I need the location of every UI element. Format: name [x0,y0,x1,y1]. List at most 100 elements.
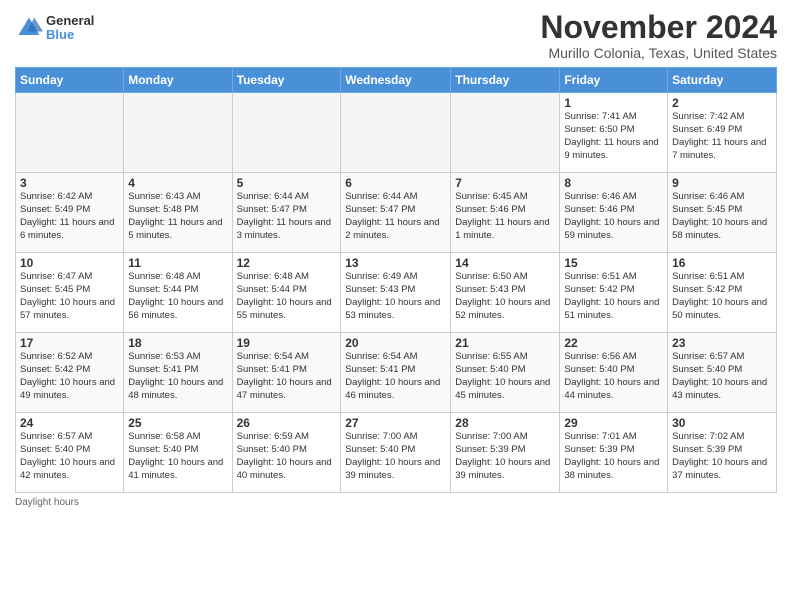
calendar-cell: 11Sunrise: 6:48 AM Sunset: 5:44 PM Dayli… [124,253,232,333]
day-info: Sunrise: 6:52 AM Sunset: 5:42 PM Dayligh… [20,351,119,402]
calendar-cell: 3Sunrise: 6:42 AM Sunset: 5:49 PM Daylig… [16,173,124,253]
day-info: Sunrise: 6:46 AM Sunset: 5:46 PM Dayligh… [564,191,663,242]
calendar-cell: 14Sunrise: 6:50 AM Sunset: 5:43 PM Dayli… [451,253,560,333]
day-number: 28 [455,416,555,430]
calendar-cell: 10Sunrise: 6:47 AM Sunset: 5:45 PM Dayli… [16,253,124,333]
weekday-header-thursday: Thursday [451,68,560,93]
weekday-header-wednesday: Wednesday [341,68,451,93]
day-info: Sunrise: 6:57 AM Sunset: 5:40 PM Dayligh… [20,431,119,482]
calendar-cell: 13Sunrise: 6:49 AM Sunset: 5:43 PM Dayli… [341,253,451,333]
calendar-cell: 1Sunrise: 7:41 AM Sunset: 6:50 PM Daylig… [560,93,668,173]
day-info: Sunrise: 6:42 AM Sunset: 5:49 PM Dayligh… [20,191,119,242]
day-info: Sunrise: 6:54 AM Sunset: 5:41 PM Dayligh… [345,351,446,402]
calendar-cell: 2Sunrise: 7:42 AM Sunset: 6:49 PM Daylig… [668,93,777,173]
day-number: 26 [237,416,337,430]
day-info: Sunrise: 7:02 AM Sunset: 5:39 PM Dayligh… [672,431,772,482]
calendar-cell: 18Sunrise: 6:53 AM Sunset: 5:41 PM Dayli… [124,333,232,413]
weekday-header-friday: Friday [560,68,668,93]
calendar-cell: 24Sunrise: 6:57 AM Sunset: 5:40 PM Dayli… [16,413,124,493]
calendar-cell: 17Sunrise: 6:52 AM Sunset: 5:42 PM Dayli… [16,333,124,413]
calendar-cell [232,93,341,173]
calendar-cell: 30Sunrise: 7:02 AM Sunset: 5:39 PM Dayli… [668,413,777,493]
day-number: 14 [455,256,555,270]
day-number: 25 [128,416,227,430]
day-info: Sunrise: 6:58 AM Sunset: 5:40 PM Dayligh… [128,431,227,482]
calendar-week-1: 1Sunrise: 7:41 AM Sunset: 6:50 PM Daylig… [16,93,777,173]
day-number: 8 [564,176,663,190]
day-info: Sunrise: 6:44 AM Sunset: 5:47 PM Dayligh… [345,191,446,242]
calendar-cell: 23Sunrise: 6:57 AM Sunset: 5:40 PM Dayli… [668,333,777,413]
month-title: November 2024 [540,10,777,45]
logo-blue: Blue [46,28,94,42]
calendar-cell: 27Sunrise: 7:00 AM Sunset: 5:40 PM Dayli… [341,413,451,493]
calendar-cell: 19Sunrise: 6:54 AM Sunset: 5:41 PM Dayli… [232,333,341,413]
calendar-cell: 7Sunrise: 6:45 AM Sunset: 5:46 PM Daylig… [451,173,560,253]
weekday-header-row: SundayMondayTuesdayWednesdayThursdayFrid… [16,68,777,93]
calendar-week-2: 3Sunrise: 6:42 AM Sunset: 5:49 PM Daylig… [16,173,777,253]
day-number: 21 [455,336,555,350]
day-number: 9 [672,176,772,190]
day-number: 12 [237,256,337,270]
day-info: Sunrise: 6:48 AM Sunset: 5:44 PM Dayligh… [128,271,227,322]
day-number: 27 [345,416,446,430]
day-number: 19 [237,336,337,350]
day-info: Sunrise: 6:51 AM Sunset: 5:42 PM Dayligh… [564,271,663,322]
day-info: Sunrise: 6:44 AM Sunset: 5:47 PM Dayligh… [237,191,337,242]
calendar-week-5: 24Sunrise: 6:57 AM Sunset: 5:40 PM Dayli… [16,413,777,493]
day-info: Sunrise: 6:45 AM Sunset: 5:46 PM Dayligh… [455,191,555,242]
calendar-cell: 26Sunrise: 6:59 AM Sunset: 5:40 PM Dayli… [232,413,341,493]
day-number: 30 [672,416,772,430]
calendar-cell: 28Sunrise: 7:00 AM Sunset: 5:39 PM Dayli… [451,413,560,493]
day-number: 23 [672,336,772,350]
location: Murillo Colonia, Texas, United States [540,45,777,61]
day-info: Sunrise: 6:59 AM Sunset: 5:40 PM Dayligh… [237,431,337,482]
calendar-cell: 12Sunrise: 6:48 AM Sunset: 5:44 PM Dayli… [232,253,341,333]
day-info: Sunrise: 6:51 AM Sunset: 5:42 PM Dayligh… [672,271,772,322]
logo: General Blue [15,14,94,43]
day-info: Sunrise: 7:01 AM Sunset: 5:39 PM Dayligh… [564,431,663,482]
day-number: 22 [564,336,663,350]
day-number: 4 [128,176,227,190]
day-number: 18 [128,336,227,350]
calendar-cell: 22Sunrise: 6:56 AM Sunset: 5:40 PM Dayli… [560,333,668,413]
day-number: 3 [20,176,119,190]
day-info: Sunrise: 7:00 AM Sunset: 5:40 PM Dayligh… [345,431,446,482]
day-info: Sunrise: 6:53 AM Sunset: 5:41 PM Dayligh… [128,351,227,402]
weekday-header-tuesday: Tuesday [232,68,341,93]
weekday-header-saturday: Saturday [668,68,777,93]
day-number: 6 [345,176,446,190]
logo-general: General [46,14,94,28]
day-info: Sunrise: 6:46 AM Sunset: 5:45 PM Dayligh… [672,191,772,242]
calendar-week-4: 17Sunrise: 6:52 AM Sunset: 5:42 PM Dayli… [16,333,777,413]
calendar-cell [451,93,560,173]
day-info: Sunrise: 6:54 AM Sunset: 5:41 PM Dayligh… [237,351,337,402]
calendar-cell [16,93,124,173]
day-number: 5 [237,176,337,190]
calendar-cell: 21Sunrise: 6:55 AM Sunset: 5:40 PM Dayli… [451,333,560,413]
calendar-cell [124,93,232,173]
day-number: 7 [455,176,555,190]
day-info: Sunrise: 7:00 AM Sunset: 5:39 PM Dayligh… [455,431,555,482]
calendar-cell: 29Sunrise: 7:01 AM Sunset: 5:39 PM Dayli… [560,413,668,493]
day-info: Sunrise: 6:55 AM Sunset: 5:40 PM Dayligh… [455,351,555,402]
day-info: Sunrise: 6:49 AM Sunset: 5:43 PM Dayligh… [345,271,446,322]
calendar-cell: 5Sunrise: 6:44 AM Sunset: 5:47 PM Daylig… [232,173,341,253]
calendar-cell [341,93,451,173]
page-container: General Blue November 2024 Murillo Colon… [0,0,792,513]
day-info: Sunrise: 6:47 AM Sunset: 5:45 PM Dayligh… [20,271,119,322]
day-number: 2 [672,96,772,110]
day-number: 16 [672,256,772,270]
weekday-header-monday: Monday [124,68,232,93]
day-info: Sunrise: 6:48 AM Sunset: 5:44 PM Dayligh… [237,271,337,322]
day-number: 10 [20,256,119,270]
day-info: Sunrise: 6:56 AM Sunset: 5:40 PM Dayligh… [564,351,663,402]
calendar-week-3: 10Sunrise: 6:47 AM Sunset: 5:45 PM Dayli… [16,253,777,333]
day-info: Sunrise: 6:50 AM Sunset: 5:43 PM Dayligh… [455,271,555,322]
day-number: 17 [20,336,119,350]
day-info: Sunrise: 6:57 AM Sunset: 5:40 PM Dayligh… [672,351,772,402]
calendar-cell: 6Sunrise: 6:44 AM Sunset: 5:47 PM Daylig… [341,173,451,253]
day-info: Sunrise: 7:42 AM Sunset: 6:49 PM Dayligh… [672,111,772,162]
calendar-cell: 4Sunrise: 6:43 AM Sunset: 5:48 PM Daylig… [124,173,232,253]
logo-text: General Blue [46,14,94,43]
calendar-cell: 9Sunrise: 6:46 AM Sunset: 5:45 PM Daylig… [668,173,777,253]
